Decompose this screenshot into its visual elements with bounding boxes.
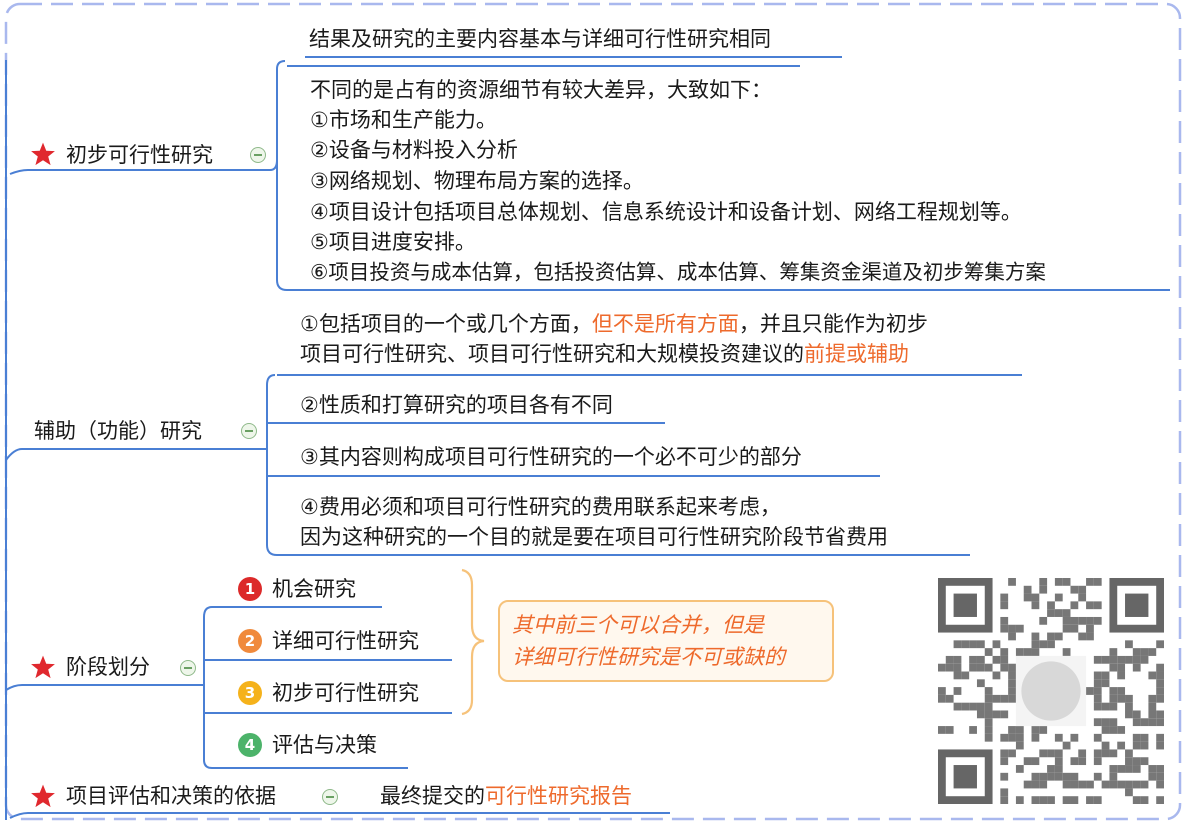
topic4-highlight: 可行性研究报告 bbox=[485, 784, 632, 808]
topic1-detail-4: ④项目设计包括项目总体规划、信息系统设计和设备计划、网络工程规划等。 bbox=[310, 200, 1022, 224]
number-3-icon: 3 bbox=[238, 681, 262, 705]
topic2-item3: ③其内容则构成项目可行性研究的一个必不可少的部分 bbox=[300, 445, 802, 469]
topic2-item1-line2: 项目可行性研究、项目可行性研究和大规模投资建议的前提或辅助 bbox=[300, 339, 909, 369]
topic-evaluation-basis[interactable]: 项目评估和决策的依据 bbox=[66, 781, 276, 811]
topic1-detail-2: ②设备与材料投入分析 bbox=[310, 138, 518, 162]
stage-preliminary-feasibility[interactable]: 初步可行性研究 bbox=[272, 678, 419, 708]
stage-evaluation-decision[interactable]: 评估与决策 bbox=[272, 730, 377, 760]
topic2-item1-highlight-b: 前提或辅助 bbox=[804, 342, 909, 366]
topic1-detail-0: 不同的是占有的资源细节有较大差异，大致如下： bbox=[310, 78, 772, 102]
topic1-detail-5: ⑤项目进度安排。 bbox=[310, 230, 476, 254]
collapse-toggle-icon[interactable] bbox=[180, 660, 196, 676]
collapse-toggle-icon[interactable] bbox=[250, 147, 266, 163]
topic2-item4-line2: 因为这种研究的一个目的就是要在项目可行性研究阶段节省费用 bbox=[300, 525, 888, 549]
topic1-summary: 结果及研究的主要内容基本与详细可行性研究相同 bbox=[309, 27, 771, 51]
topic-stage-division[interactable]: 阶段划分 bbox=[66, 652, 150, 682]
number-4-icon: 4 bbox=[238, 733, 262, 757]
topic2-item2: ②性质和打算研究的项目各有不同 bbox=[300, 393, 613, 417]
number-1-icon: 1 bbox=[238, 577, 262, 601]
collapse-toggle-icon[interactable] bbox=[241, 423, 257, 439]
merge-note-callout: 其中前三个可以合并，但是 详细可行性研究是不可或缺的 bbox=[498, 600, 834, 682]
note-line-2: 详细可行性研究是不可或缺的 bbox=[512, 645, 785, 669]
number-2-icon: 2 bbox=[238, 629, 262, 653]
topic2-item4-line1: ④费用必须和项目可行性研究的费用联系起来考虑， bbox=[300, 495, 781, 519]
qr-code-image bbox=[938, 578, 1164, 804]
topic2-item1-highlight-a: 但不是所有方面 bbox=[591, 312, 739, 336]
topic-preliminary-feasibility[interactable]: 初步可行性研究 bbox=[66, 140, 213, 170]
note-line-1: 其中前三个可以合并，但是 bbox=[512, 613, 764, 637]
stage-detailed-feasibility[interactable]: 详细可行性研究 bbox=[272, 626, 419, 656]
topic2-item1-text-c: ，并且只能作为初步 bbox=[738, 312, 928, 336]
topic1-detail-6: ⑥项目投资与成本估算，包括投资估算、成本估算、筹集资金渠道及初步筹集方案 bbox=[310, 260, 1046, 284]
collapse-toggle-icon[interactable] bbox=[322, 789, 338, 805]
topic4-text: 最终提交的 bbox=[380, 784, 485, 808]
topic2-item1-text-a: ①包括项目的一个或几个方面， bbox=[300, 312, 592, 336]
topic-auxiliary-research[interactable]: 辅助（功能）研究 bbox=[34, 416, 202, 446]
topic4-final-report: 最终提交的可行性研究报告 bbox=[380, 781, 632, 811]
star-icon bbox=[31, 784, 55, 808]
topic2-item1-text-d: 项目可行性研究、项目可行性研究和大规模投资建议的 bbox=[300, 342, 804, 366]
topic1-detail-1: ①市场和生产能力。 bbox=[310, 108, 497, 132]
star-icon bbox=[31, 655, 55, 679]
star-icon bbox=[31, 142, 55, 166]
topic2-item1-line1: ①包括项目的一个或几个方面，但不是所有方面，并且只能作为初步 bbox=[300, 309, 928, 339]
stage-opportunity-study[interactable]: 机会研究 bbox=[272, 574, 356, 604]
topic1-detail-3: ③网络规划、物理布局方案的选择。 bbox=[310, 169, 644, 193]
